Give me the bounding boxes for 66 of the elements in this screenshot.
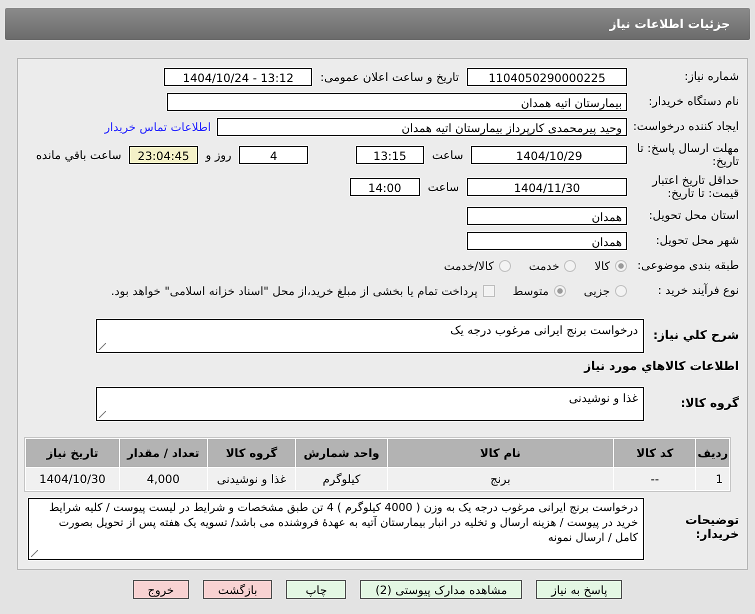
- date-field: 1404/10/29: [471, 146, 627, 164]
- field-label: ساعت: [432, 148, 464, 162]
- field-label: توضیحات خریدار:: [684, 512, 739, 542]
- field-label: تاریخ و ساعت اعلان عمومی:: [320, 70, 459, 84]
- table-cell: 1404/10/30: [26, 468, 119, 490]
- table-cell: کیلوگرم: [296, 468, 387, 490]
- radio-label: کالا/خدمت: [444, 259, 494, 273]
- radio-label: کالا: [594, 259, 610, 273]
- field-label: نوع فرآیند خرید :: [656, 284, 739, 298]
- time-field: 14:00: [350, 178, 420, 196]
- action-button[interactable]: پاسخ به نیاز: [536, 580, 622, 599]
- description-field: درخواست برنج ایرانی مرغوب درجه یک: [96, 319, 644, 353]
- action-button[interactable]: چاپ: [286, 580, 346, 599]
- buyer-notes-field: درخواست برنج ایرانی مرغوب درجه یک به وزن ( 4000 کیلوگرم ) 4 تن طبق مشخصات و شرایط در لیست پیوست / کلیه شرایط خرید در پیوست / هزینه ارسال و تخلیه در انبار بیمارستان آتیه به عهدهٔ فروشنده می باشد/ تسویه یک هفته پس از تحویل بصورت کامل / ارسال نمونه: [28, 498, 644, 560]
- date-field: 1404/11/30: [467, 178, 627, 196]
- goods-group-field: غذا و نوشیدنی: [96, 387, 644, 421]
- table-cell: غذا و نوشیدنی: [208, 468, 296, 490]
- field-label: طبقه بندی موضوعی:: [636, 259, 739, 273]
- section-heading: اطلاعات کالاهاي مورد نیاز: [582, 359, 739, 373]
- column-header: ردیف: [696, 439, 729, 467]
- field-label: استان محل تحویل:: [648, 209, 739, 223]
- remaining-time-field: 23:04:45: [129, 146, 198, 164]
- column-header: کد کالا: [614, 439, 696, 467]
- field-label: ساعت: [428, 180, 459, 194]
- table-cell: 4,000: [120, 468, 207, 490]
- field-label: مهلت ارسال پاسخ: تا تاریخ:: [636, 142, 739, 168]
- field-label: شهر محل تحویل:: [654, 234, 739, 248]
- action-button[interactable]: مشاهده مدارک پیوستی (2): [360, 580, 522, 599]
- field-label: نام دستگاه خریدار:: [647, 95, 739, 109]
- requester-field: وحید پیرمحمدی کارپرداز بیمارستان اتیه همدان: [217, 118, 627, 136]
- column-header: تعداد / مقدار: [120, 439, 207, 467]
- column-header: واحد شمارش: [296, 439, 387, 467]
- radio-label: خدمت: [528, 259, 560, 273]
- table-cell: 1: [696, 468, 729, 490]
- action-button[interactable]: بازگشت: [203, 580, 272, 599]
- radio-button[interactable]: [615, 260, 627, 272]
- buyer-contact-link[interactable]: اطلاعات تماس خریدار: [104, 120, 211, 134]
- field-label: گروه کالا:: [680, 397, 739, 411]
- checkbox[interactable]: [482, 285, 495, 297]
- field-label: شماره نیاز:: [683, 70, 739, 84]
- column-header: تاریخ نیاز: [26, 439, 119, 467]
- days-field: 4: [239, 146, 308, 164]
- time-field: 13:15: [356, 146, 424, 164]
- action-button[interactable]: خروج: [132, 580, 190, 599]
- province-field: همدان: [467, 207, 627, 225]
- field-label: شرح کلي نیاز:: [652, 329, 739, 343]
- radio-label: جزیی: [584, 284, 610, 298]
- city-field: همدان: [467, 232, 627, 250]
- table-cell: --: [614, 468, 696, 490]
- radio-button[interactable]: [564, 260, 576, 272]
- field-label: ایجاد کننده درخواست:: [632, 120, 739, 134]
- field-label: روز و: [206, 148, 232, 162]
- field-label: حداقل تاریخ اعتبار قیمت: تا تاریخ:: [650, 174, 739, 200]
- field-label: ساعت باقي مانده: [36, 148, 122, 162]
- column-header: گروه کالا: [208, 439, 296, 467]
- column-header: نام کالا: [388, 439, 614, 467]
- table-cell: برنج: [388, 468, 614, 490]
- announce-date-field: 1404/10/24 - 13:12: [164, 68, 312, 86]
- page-title: جزئیات اطلاعات نیاز: [609, 17, 730, 31]
- radio-button[interactable]: [498, 260, 511, 272]
- radio-button[interactable]: [554, 285, 566, 297]
- buyer-org-field: بیمارستان اتیه همدان: [167, 93, 627, 111]
- checkbox-label: پرداخت تمام یا بخشی از مبلغ خرید،از محل "اسناد خزانه اسلامی" خواهد بود.: [110, 284, 478, 298]
- need-number-field: 1104050290000225: [467, 68, 627, 86]
- radio-button[interactable]: [615, 285, 627, 297]
- radio-label: متوسط: [512, 284, 549, 298]
